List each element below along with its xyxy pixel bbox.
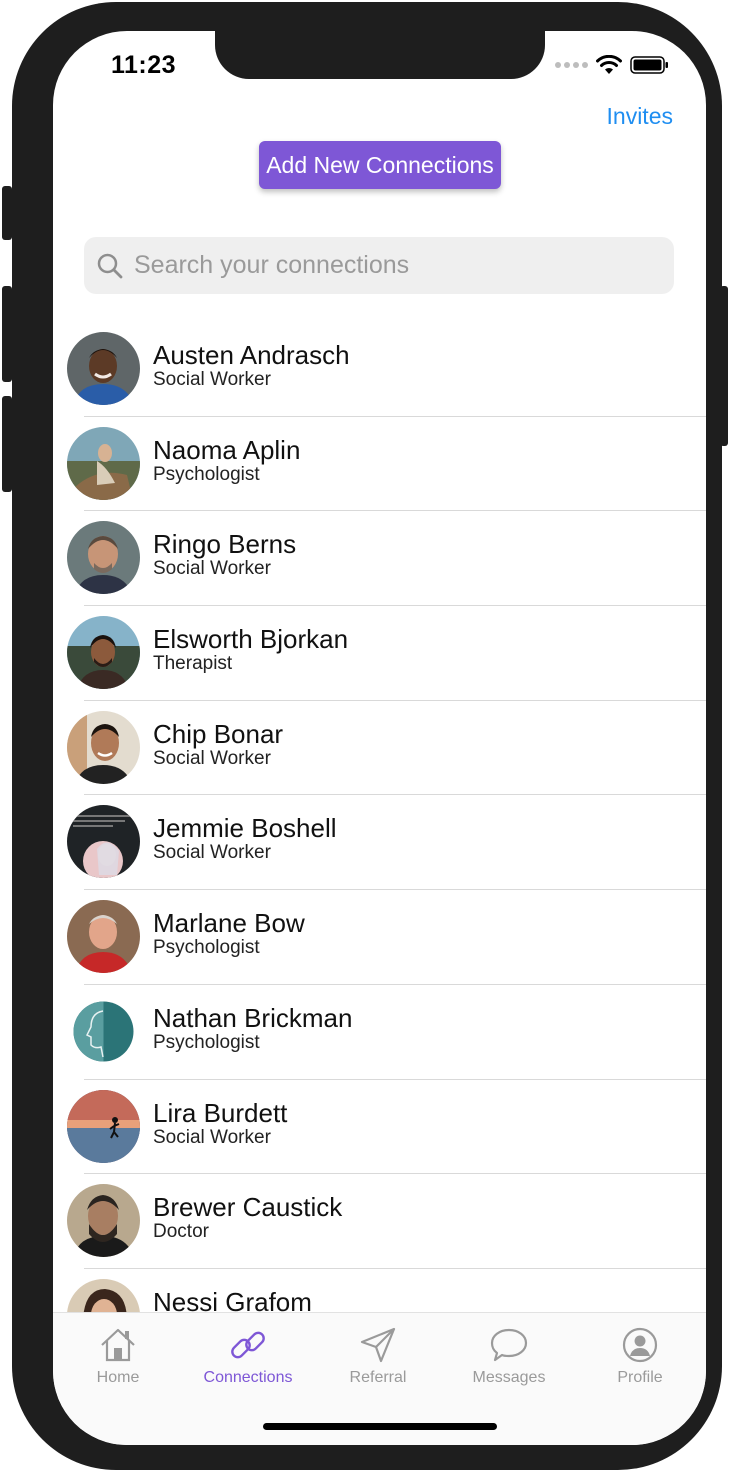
connection-name: Elsworth Bjorkan — [153, 624, 349, 655]
connection-name: Lira Burdett — [153, 1097, 288, 1128]
home-indicator — [263, 1423, 497, 1430]
avatar — [67, 805, 140, 879]
avatar — [67, 521, 140, 595]
connection-row[interactable]: Jemmie Boshell Social Worker — [53, 795, 706, 890]
battery-icon — [630, 56, 668, 74]
avatar — [67, 616, 140, 690]
connection-name: Austen Andrasch — [153, 340, 350, 370]
connection-name: Brewer Caustick — [153, 1192, 343, 1223]
link-icon — [231, 1331, 265, 1359]
connection-row[interactable]: Ringo Berns Social Worker — [53, 511, 706, 606]
tab-label: Profile — [617, 1369, 663, 1386]
connection-role: Social Worker — [153, 747, 271, 769]
connection-role: Social Worker — [153, 369, 271, 390]
connection-name: Marlane Bow — [153, 908, 305, 939]
status-time: 11:23 — [111, 51, 177, 79]
connection-row[interactable]: Austen Andrasch Social Worker — [53, 322, 706, 417]
connection-name: Jemmie Boshell — [153, 813, 337, 844]
connection-role: Psychologist — [153, 463, 260, 485]
signal-dots-icon — [555, 62, 588, 68]
volume-down-button — [2, 396, 12, 492]
power-button — [720, 286, 728, 446]
avatar — [67, 426, 140, 500]
phone-frame: 11:23 Invites Add New Connections Search… — [2, 2, 728, 1470]
tab-connections[interactable]: Connections — [188, 1325, 308, 1387]
avatar — [67, 994, 140, 1068]
volume-up-button — [2, 286, 12, 382]
wifi-icon — [596, 55, 622, 74]
connection-name: Ringo Berns — [153, 529, 297, 560]
user-circle-icon — [622, 1327, 658, 1363]
connection-role: Social Worker — [153, 842, 271, 864]
tab-referral[interactable]: Referral — [318, 1325, 438, 1387]
connection-row[interactable]: Nessi Grafom — [53, 1269, 706, 1312]
connection-row[interactable]: Lira Burdett Social Worker — [53, 1080, 706, 1175]
home-icon — [101, 1328, 135, 1362]
connection-name: Nathan Brickman — [153, 1002, 353, 1033]
connection-role: Doctor — [153, 1221, 209, 1243]
connection-role: Therapist — [153, 653, 233, 675]
connection-role: Social Worker — [153, 1126, 271, 1148]
connection-role: Psychologist — [153, 1031, 260, 1053]
status-icons — [555, 55, 670, 75]
connection-row[interactable]: Chip Bonar Social Worker — [53, 701, 706, 796]
avatar — [67, 710, 140, 784]
tab-profile[interactable]: Profile — [580, 1325, 700, 1387]
search-input[interactable] — [132, 250, 652, 281]
avatar — [67, 900, 140, 974]
tab-home[interactable]: Home — [58, 1325, 178, 1387]
avatar — [67, 1184, 140, 1258]
invites-link[interactable]: Invites — [607, 103, 673, 130]
chat-bubble-icon — [490, 1328, 528, 1362]
connection-role: Psychologist — [153, 937, 260, 959]
connections-list: Austen Andrasch Social Worker Naoma Apli… — [53, 322, 706, 1312]
silent-switch — [2, 186, 12, 240]
avatar — [67, 1278, 140, 1312]
tab-label: Home — [96, 1369, 140, 1386]
connection-row[interactable]: Brewer Caustick Doctor — [53, 1174, 706, 1269]
search-bar[interactable] — [84, 237, 674, 294]
connection-name: Naoma Aplin — [153, 434, 301, 465]
connection-row[interactable]: Elsworth Bjorkan Therapist — [53, 606, 706, 701]
tab-label: Referral — [349, 1369, 407, 1386]
send-icon — [360, 1327, 396, 1363]
connection-name: Chip Bonar — [153, 718, 284, 749]
notch — [215, 31, 545, 79]
tab-label: Messages — [472, 1369, 546, 1386]
add-new-connections-button[interactable]: Add New Connections — [259, 141, 501, 189]
app-screen: 11:23 Invites Add New Connections Search… — [53, 31, 706, 1445]
connection-role: Social Worker — [153, 558, 271, 580]
avatar — [67, 332, 140, 405]
connection-row[interactable]: Naoma Aplin Psychologist — [53, 417, 706, 512]
connection-row[interactable]: Marlane Bow Psychologist — [53, 890, 706, 985]
tab-label: Connections — [203, 1369, 293, 1386]
connection-row[interactable]: Nathan Brickman Psychologist — [53, 985, 706, 1080]
tab-bar: Home Connections Referral Messages Profi… — [53, 1312, 706, 1445]
tab-messages[interactable]: Messages — [449, 1325, 569, 1387]
avatar — [67, 1089, 140, 1163]
connection-name: Nessi Grafom — [153, 1286, 312, 1312]
search-icon — [97, 253, 123, 278]
